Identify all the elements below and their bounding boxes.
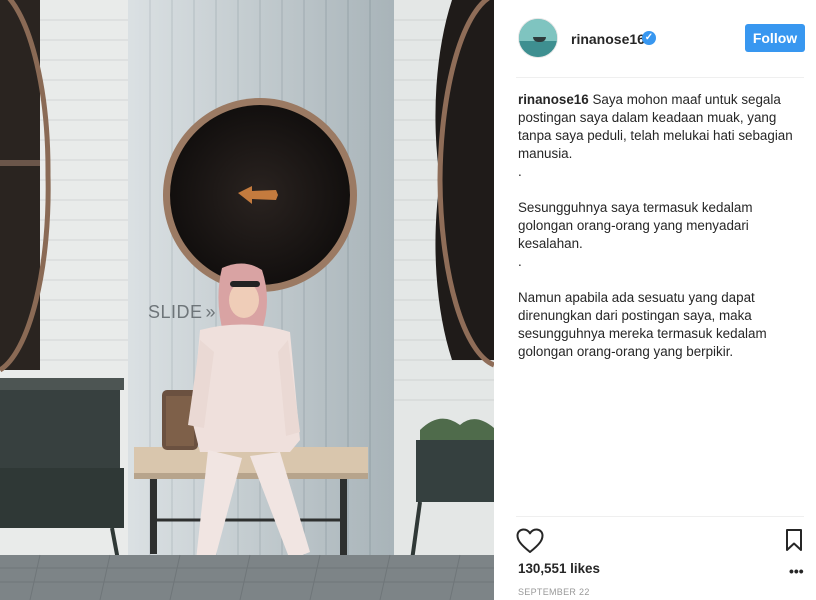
caption-gap — [518, 271, 810, 289]
post-actions: 130,551 likes ••• SEPTEMBER 22 — [494, 518, 816, 600]
avatar-sea — [519, 41, 557, 57]
caption-dot-1: . — [518, 164, 522, 179]
caption-paragraph-1: rinanose16 Saya mohon maaf untuk segala … — [518, 91, 810, 163]
caption-dot-2: . — [518, 254, 522, 269]
more-options-icon[interactable]: ••• — [789, 564, 805, 578]
caption-text-2: Sesungguhnya saya termasuk kedalam golon… — [518, 200, 753, 251]
likes-count[interactable]: 130,551 likes — [518, 561, 600, 576]
photo-scene — [0, 0, 494, 600]
post-header: rinanose16 ✓ Follow — [494, 0, 816, 77]
heart-icon[interactable] — [516, 528, 544, 554]
slide-arrow-icon: » — [205, 302, 217, 322]
caption: rinanose16 Saya mohon maaf untuk segala … — [518, 91, 810, 361]
slide-text-label: SLIDE — [148, 302, 203, 322]
post-sidebar: rinanose16 ✓ Follow rinanose16 Saya moho… — [494, 0, 816, 600]
caption-gap — [518, 181, 810, 199]
follow-button[interactable]: Follow — [745, 24, 805, 52]
slide-label: SLIDE» — [148, 302, 216, 323]
post-photo[interactable]: SLIDE» — [0, 0, 494, 600]
avatar[interactable] — [518, 18, 558, 58]
bookmark-icon[interactable] — [783, 528, 805, 552]
caption-username[interactable]: rinanose16 — [518, 92, 589, 107]
caption-text-3: Namun apabila ada sesuatu yang dapat dir… — [518, 290, 767, 359]
verified-badge-icon: ✓ — [642, 31, 656, 45]
post-date[interactable]: SEPTEMBER 22 — [518, 587, 590, 597]
actions-divider — [516, 516, 804, 517]
header-username[interactable]: rinanose16 — [571, 31, 645, 47]
header-divider — [516, 77, 804, 78]
